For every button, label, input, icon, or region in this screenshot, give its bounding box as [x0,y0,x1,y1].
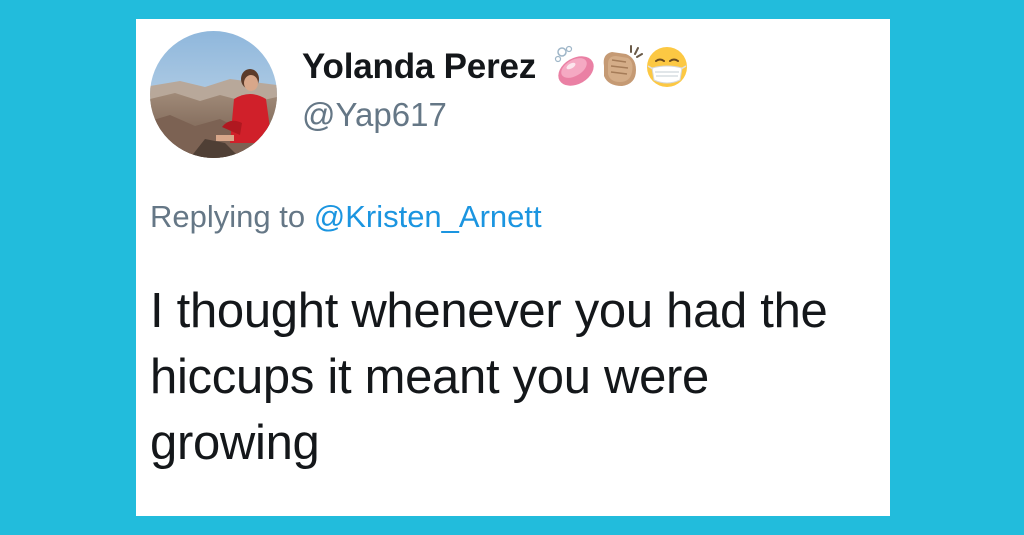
face-with-medical-mask-icon [644,44,690,90]
avatar[interactable] [150,31,277,158]
display-name[interactable]: Yolanda Perez [302,47,536,87]
replying-to-label: Replying to [150,199,306,234]
name-emojis [552,44,690,90]
replying-to-line: Replying to @Kristen_Arnett [150,199,542,235]
tweet-text: I thought whenever you had the hiccups i… [150,284,828,470]
soap-icon [552,44,598,90]
tweet-card: Yolanda Perez @Yap617 Replying to @Krist… [136,19,890,516]
user-handle[interactable]: @Yap617 [302,96,447,134]
display-name-row: Yolanda Perez [302,45,690,89]
reply-mention-link[interactable]: @Kristen_Arnett [314,199,542,234]
clapping-hands-icon [598,44,644,90]
